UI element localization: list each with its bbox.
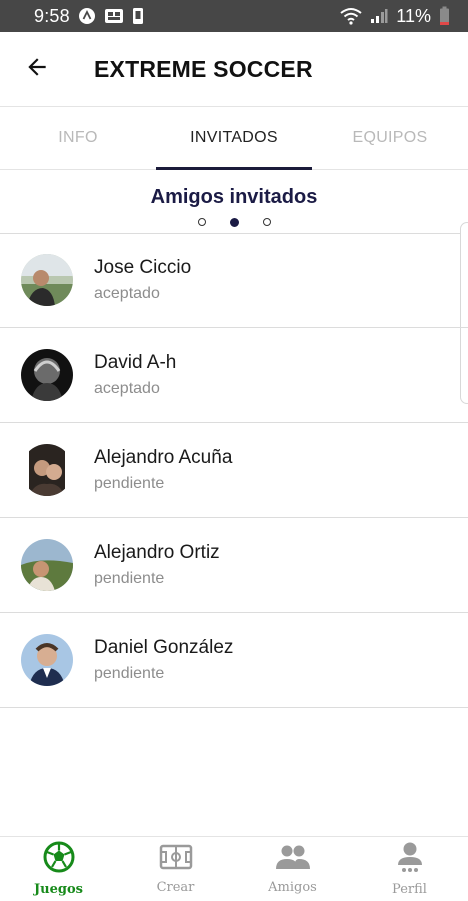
- invitee-name: Alejandro Acuña: [94, 447, 233, 468]
- nav-juegos[interactable]: Juegos: [0, 837, 117, 901]
- arrow-left-icon: [24, 54, 50, 85]
- soccer-ball-icon: [43, 841, 75, 878]
- section-header: Amigos invitados: [0, 170, 468, 234]
- nav-label: Amigos: [268, 880, 317, 895]
- nav-perfil[interactable]: Perfil: [351, 837, 468, 901]
- page-dot-1[interactable]: [197, 218, 206, 226]
- storage-icon: [132, 7, 144, 25]
- back-button[interactable]: [0, 32, 74, 106]
- signal-icon: [370, 8, 388, 24]
- tab-equipos[interactable]: EQUIPOS: [312, 107, 468, 169]
- page-indicator: [0, 218, 468, 227]
- invitee-status: pendiente: [94, 570, 165, 587]
- bottom-navigation: Juegos Crear Amigos Perfil: [0, 836, 468, 901]
- battery-percent: 11%: [396, 5, 431, 26]
- list-item[interactable]: David A-h aceptado: [0, 328, 468, 423]
- invitee-name: Alejandro Ortiz: [94, 542, 220, 563]
- list-item[interactable]: Alejandro Acuña pendiente: [0, 423, 468, 518]
- invitee-name: Jose Ciccio: [94, 257, 192, 278]
- invitee-list: Jose Ciccio aceptado David A-h aceptado: [0, 233, 468, 708]
- invitee-status: aceptado: [94, 380, 160, 397]
- avatar: [21, 444, 73, 496]
- person-icon: [396, 841, 424, 878]
- sim-icon: [104, 8, 124, 24]
- status-time: 9:58: [34, 5, 70, 26]
- invitee-status: pendiente: [94, 475, 165, 492]
- invitee-status: pendiente: [94, 665, 165, 682]
- app-bar: EXTREME SOCCER: [0, 32, 468, 107]
- wifi-icon: [340, 7, 362, 25]
- battery-low-icon: [439, 6, 450, 26]
- avatar: [21, 539, 73, 591]
- invitee-status: aceptado: [94, 285, 160, 302]
- tab-invitados[interactable]: INVITADOS: [156, 107, 312, 170]
- nav-amigos[interactable]: Amigos: [234, 837, 351, 901]
- tab-info[interactable]: INFO: [0, 107, 156, 169]
- invitee-name: Daniel González: [94, 637, 234, 658]
- nav-label: Juegos: [34, 882, 83, 897]
- page-title: EXTREME SOCCER: [94, 55, 313, 82]
- avatar: [21, 349, 73, 401]
- android-alert-icon: [78, 7, 96, 25]
- list-item[interactable]: Jose Ciccio aceptado: [0, 233, 468, 328]
- list-item[interactable]: Daniel González pendiente: [0, 613, 468, 708]
- people-icon: [275, 843, 311, 876]
- page-dot-3[interactable]: [262, 218, 271, 226]
- nav-crear[interactable]: Crear: [117, 837, 234, 901]
- field-icon: [159, 843, 193, 876]
- page-dot-2[interactable]: [229, 218, 239, 227]
- section-title: Amigos invitados: [150, 186, 318, 208]
- nav-label: Crear: [156, 880, 195, 895]
- tab-bar: INFO INVITADOS EQUIPOS: [0, 107, 468, 170]
- nav-label: Perfil: [392, 882, 427, 897]
- invitee-name: David A-h: [94, 352, 177, 373]
- list-item[interactable]: Alejandro Ortiz pendiente: [0, 518, 468, 613]
- avatar: [21, 254, 73, 306]
- avatar: [21, 634, 73, 686]
- status-bar: 9:58 11%: [0, 0, 468, 32]
